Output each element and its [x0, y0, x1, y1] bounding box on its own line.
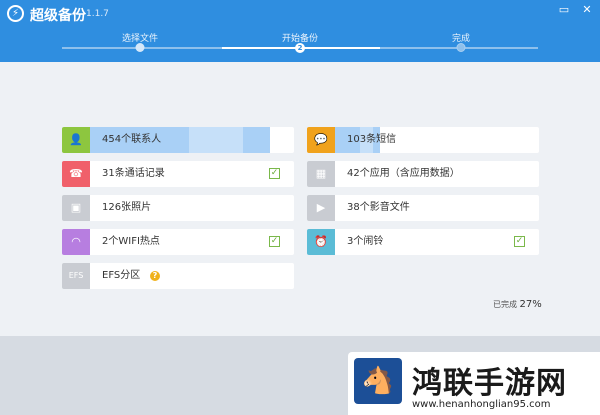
- progress-percent: 27%: [519, 299, 542, 310]
- step-dot-done: [456, 43, 466, 52]
- backup-item-left-0[interactable]: 👤 454个联系人: [62, 127, 294, 153]
- backup-item-label: 454个联系人: [102, 134, 162, 145]
- backup-item-label: 103条短信: [347, 134, 397, 145]
- alarm-icon: ⏰: [307, 229, 335, 255]
- app-title: 超级备份: [30, 8, 86, 24]
- step-dot-select: [135, 43, 145, 52]
- backup-item-label: 42个应用（含应用数据）: [347, 168, 460, 179]
- backup-item-right-2[interactable]: ▶ 38个影音文件: [307, 195, 539, 221]
- minimize-icon[interactable]: ▭: [557, 3, 571, 17]
- backup-item-right-1[interactable]: ▦ 42个应用（含应用数据）: [307, 161, 539, 187]
- backup-item-left-3[interactable]: ◠ 2个WIFI热点 ✓: [62, 229, 294, 255]
- efs-icon: EFS: [62, 263, 90, 289]
- photo-icon: ▣: [62, 195, 90, 221]
- app-version: 1.1.7: [86, 9, 109, 19]
- wifi-icon: ◠: [62, 229, 90, 255]
- backup-item-label: 38个影音文件: [347, 202, 410, 213]
- watermark-url: www.henanhonglian95.com: [412, 399, 551, 410]
- watermark: 🐴 鸿联手游网 www.henanhonglian95.com: [348, 352, 600, 415]
- backup-item-label: 3个闹铃: [347, 236, 384, 247]
- contact-icon: 👤: [62, 127, 90, 153]
- backup-item-label: 126张照片: [102, 202, 152, 213]
- apps-icon: ▦: [307, 161, 335, 187]
- watermark-title: 鸿联手游网: [412, 366, 567, 401]
- backup-item-label: 31条通话记录: [102, 168, 165, 179]
- phone-icon: ☎: [62, 161, 90, 187]
- media-icon: ▶: [307, 195, 335, 221]
- checkmark-icon[interactable]: ✓: [269, 168, 280, 179]
- backup-item-left-2[interactable]: ▣ 126张照片: [62, 195, 294, 221]
- backup-item-left-1[interactable]: ☎ 31条通话记录 ✓: [62, 161, 294, 187]
- checkmark-icon[interactable]: ✓: [514, 236, 525, 247]
- progress-status: 已完成 27%: [493, 299, 542, 310]
- backup-item-label: 2个WIFI热点: [102, 236, 160, 247]
- backup-item-right-3[interactable]: ⏰ 3个闹铃 ✓: [307, 229, 539, 255]
- app-logo-icon: ⚡: [7, 5, 24, 22]
- message-icon: 💬: [307, 127, 335, 153]
- warning-icon[interactable]: ?: [150, 271, 160, 281]
- close-icon[interactable]: ✕: [580, 3, 594, 17]
- checkmark-icon[interactable]: ✓: [269, 236, 280, 247]
- backup-item-right-0[interactable]: 💬 103条短信: [307, 127, 539, 153]
- title-bar: ⚡ 超级备份 1.1.7 ▭ ✕ 选择文件 开始备份 完成 2: [0, 0, 600, 62]
- backup-item-panel: 👤 454个联系人 ☎ 31条通话记录 ✓ ▣ 126张照片 ◠ 2个WIFI热点 ✓ EFS EFS…: [0, 62, 600, 336]
- backup-item-left-4[interactable]: EFS EFS分区?: [62, 263, 294, 289]
- watermark-logo-icon: 🐴: [354, 358, 402, 404]
- backup-item-label: EFS分区: [102, 270, 141, 281]
- progress-status-label: 已完成: [493, 300, 517, 309]
- progress-highlight: [188, 127, 243, 153]
- step-dot-backup: 2: [295, 43, 305, 53]
